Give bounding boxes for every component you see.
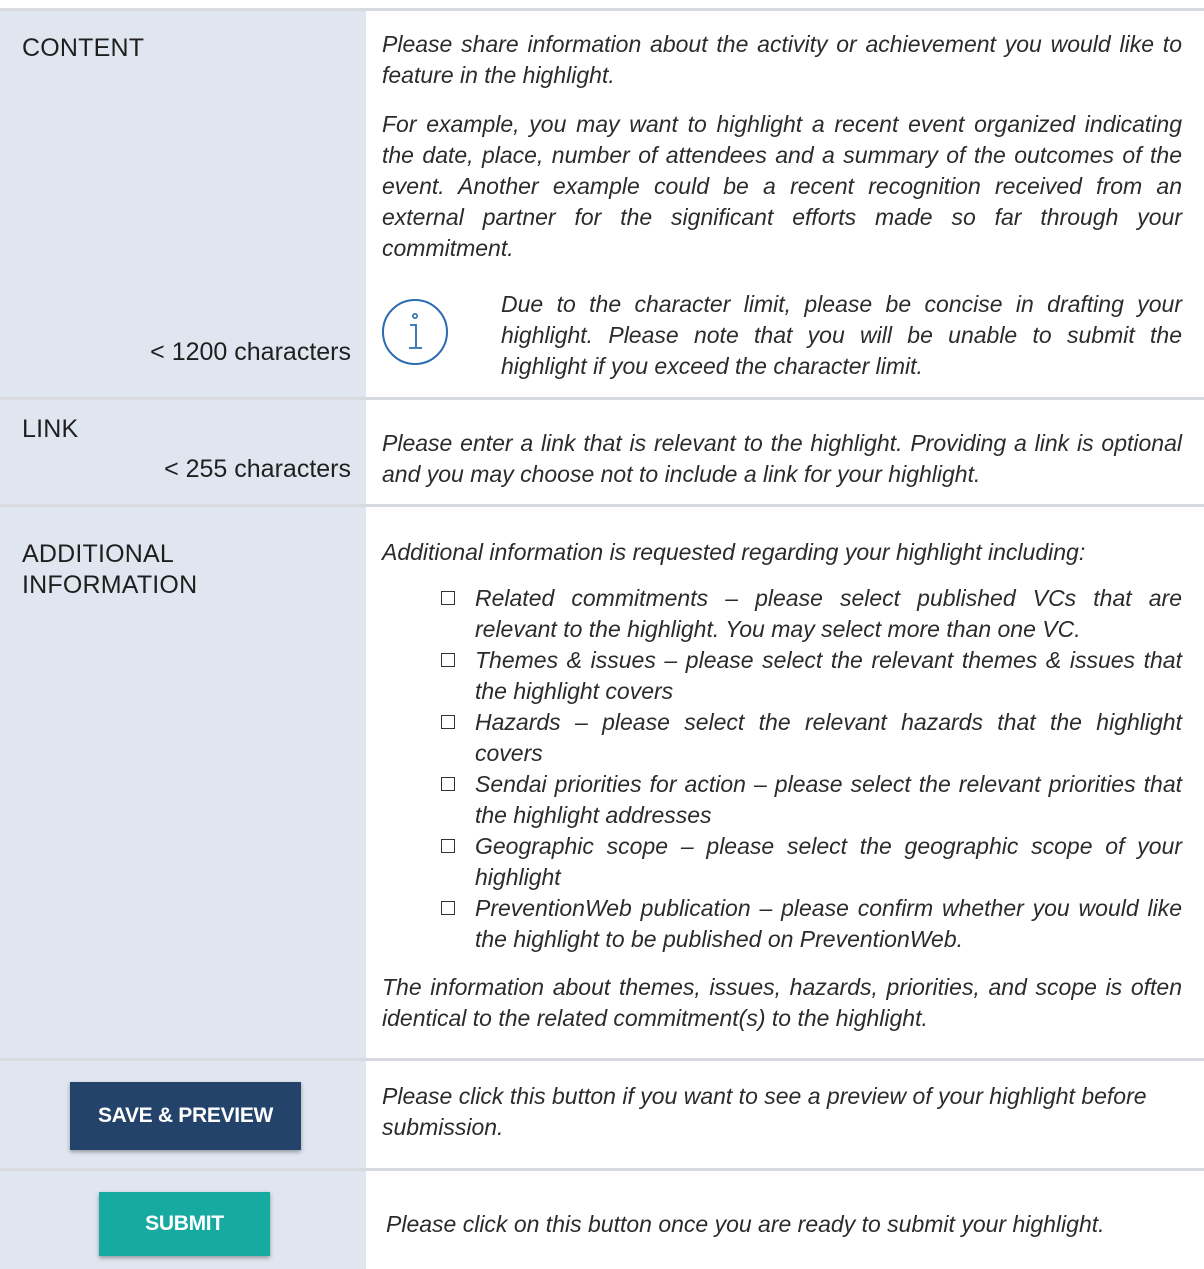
submit-description: Please click on this button once you are… (386, 1211, 1105, 1237)
checkbox-icon (441, 901, 455, 915)
preview-description: Please click this button if you want to … (382, 1083, 1147, 1140)
content-row: CONTENT < 1200 characters Please share i… (0, 11, 1204, 397)
checklist-item: Geographic scope – please select the geo… (382, 831, 1182, 893)
link-label: LINK (22, 415, 79, 443)
content-example: For example, you may want to highlight a… (382, 111, 1182, 261)
submit-button-cell: SUBMIT (0, 1171, 366, 1269)
link-description: Please enter a link that is relevant to … (382, 430, 1182, 487)
link-row: LINK < 255 characters Please enter a lin… (0, 400, 1204, 504)
additional-info-row: ADDITIONAL INFORMATION Additional inform… (0, 507, 1204, 1058)
additional-info-label-line2: INFORMATION (22, 571, 198, 599)
additional-info-description-cell: Additional information is requested rega… (369, 507, 1204, 1058)
content-char-limit: < 1200 characters (150, 338, 351, 366)
checklist-item: PreventionWeb publication – please confi… (382, 893, 1182, 955)
save-preview-button[interactable]: SAVE & PREVIEW (70, 1082, 301, 1150)
additional-info-intro: Additional information is requested rega… (382, 539, 1086, 565)
checklist-item: Hazards – please select the relevant haz… (382, 707, 1182, 769)
checkbox-icon (441, 591, 455, 605)
checklist-item: Themes & issues – please select the rele… (382, 645, 1182, 707)
checkbox-icon (441, 653, 455, 667)
submit-description-cell: Please click on this button once you are… (369, 1171, 1204, 1269)
submit-button[interactable]: SUBMIT (99, 1192, 270, 1256)
content-description-cell: Please share information about the activ… (369, 11, 1204, 397)
highlight-guide-table: CONTENT < 1200 characters Please share i… (0, 0, 1204, 1269)
submit-row: SUBMIT Please click on this button once … (0, 1171, 1204, 1269)
checkbox-icon (441, 715, 455, 729)
preview-description-cell: Please click this button if you want to … (369, 1061, 1204, 1168)
additional-info-label: ADDITIONAL INFORMATION (22, 539, 197, 601)
preview-button-cell: SAVE & PREVIEW (0, 1061, 366, 1168)
checklist-item: Related commitments – please select publ… (382, 583, 1182, 645)
additional-info-label-cell: ADDITIONAL INFORMATION (0, 507, 366, 1058)
info-icon (382, 299, 448, 365)
checklist-item: Sendai priorities for action – please se… (382, 769, 1182, 831)
content-label: CONTENT (22, 34, 145, 62)
checklist-item-text: Related commitments – please select publ… (475, 585, 1182, 642)
checklist-item-text: PreventionWeb publication – please confi… (475, 895, 1182, 952)
content-character-note: Due to the character limit, please be co… (501, 291, 1182, 379)
checklist-item-text: Themes & issues – please select the rele… (475, 647, 1182, 704)
link-label-cell: LINK < 255 characters (0, 400, 366, 504)
additional-info-label-line1: ADDITIONAL (22, 540, 175, 568)
additional-info-footer: The information about themes, issues, ha… (382, 974, 1182, 1031)
checklist-item-text: Hazards – please select the relevant haz… (475, 709, 1182, 766)
checklist-item-text: Geographic scope – please select the geo… (475, 833, 1182, 890)
content-intro: Please share information about the activ… (382, 31, 1182, 88)
checkbox-icon (441, 777, 455, 791)
content-label-cell: CONTENT < 1200 characters (0, 11, 366, 397)
preview-row: SAVE & PREVIEW Please click this button … (0, 1061, 1204, 1168)
link-char-limit: < 255 characters (164, 455, 351, 483)
checkbox-icon (441, 839, 455, 853)
link-description-cell: Please enter a link that is relevant to … (369, 400, 1204, 504)
checklist-item-text: Sendai priorities for action – please se… (475, 771, 1182, 828)
additional-info-checklist: Related commitments – please select publ… (382, 583, 1182, 955)
